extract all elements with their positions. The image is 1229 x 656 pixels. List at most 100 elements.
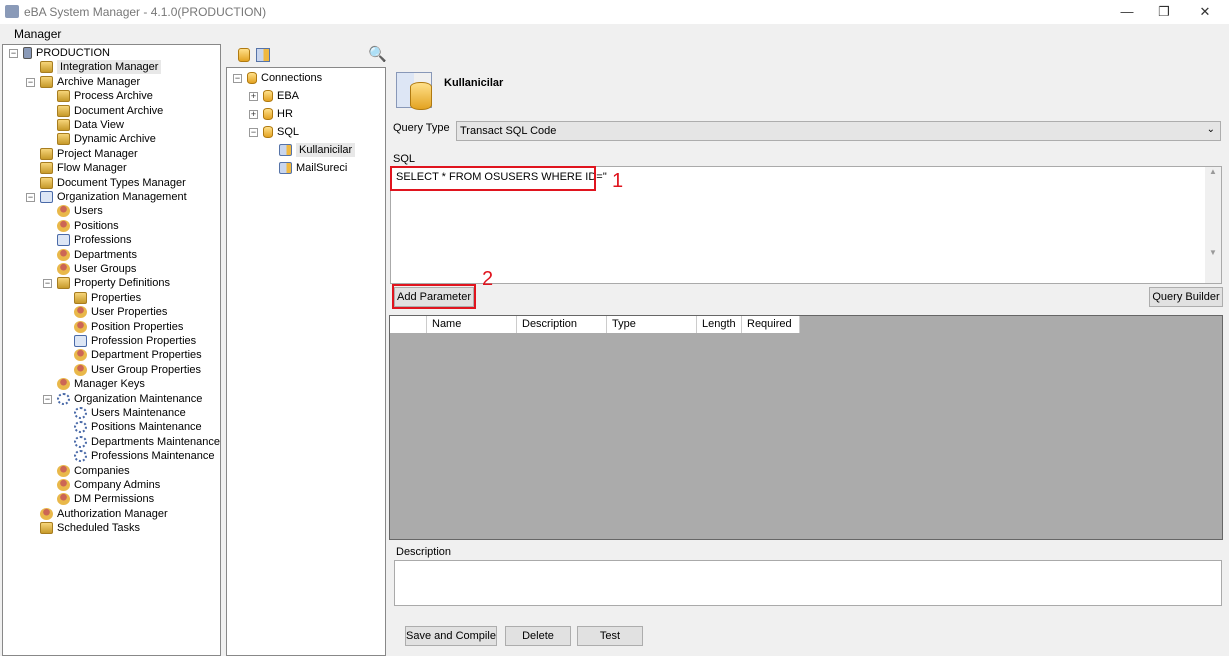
tree-item[interactable]: Departments (57, 248, 137, 262)
tree-item[interactable]: DM Permissions (57, 492, 154, 506)
tree-item-label: User Properties (91, 306, 168, 319)
tree-item[interactable]: Kullanicilar (279, 143, 356, 157)
tree-item[interactable]: Authorization Manager (40, 507, 168, 521)
tree-item-label: Position Properties (91, 320, 184, 333)
column-header-type[interactable]: Type (607, 316, 697, 333)
expand-icon[interactable]: + (249, 110, 258, 119)
tree-item-label: Users Maintenance (91, 407, 186, 419)
tree-item[interactable]: Data View (57, 118, 124, 132)
navigation-tree[interactable]: PRODUCTION − Integration Manager Archive Ma… (2, 44, 221, 656)
save-and-compile-button[interactable]: Save and Compile (405, 626, 497, 646)
tree-item-label: Positions Maintenance (91, 421, 202, 434)
query-type-select[interactable]: Transact SQL Code ⌄ (456, 121, 1221, 141)
tree-item[interactable]: Profession Properties (74, 334, 196, 348)
folder-icon (40, 147, 53, 160)
annotation-box-2 (392, 284, 476, 309)
folder-icon (74, 291, 87, 304)
tree-item[interactable]: Document Archive (57, 104, 163, 118)
tree-item[interactable]: Positions (57, 219, 119, 233)
tree-item[interactable]: Manager Keys (57, 377, 145, 391)
restore-button[interactable]: ❐ (1149, 2, 1179, 22)
tree-item[interactable]: Archive Manager (40, 75, 140, 89)
search-icon[interactable]: 🔍 (368, 45, 387, 63)
user-icon (57, 493, 70, 506)
user-icon (40, 507, 53, 520)
collapse-icon[interactable]: − (249, 128, 258, 137)
test-button[interactable]: Test (577, 626, 643, 646)
folder-icon (40, 61, 53, 74)
tree-item[interactable]: Dynamic Archive (57, 132, 156, 146)
query-type-label: Query Type (393, 122, 450, 134)
tree-item[interactable]: Users (57, 204, 103, 218)
tree-item[interactable]: Connections (247, 71, 322, 85)
column-header-required[interactable]: Required (742, 316, 800, 333)
tree-item-label: HR (277, 108, 293, 120)
column-header-name[interactable]: Name (427, 316, 517, 333)
collapse-icon[interactable]: − (26, 77, 35, 87)
parameters-grid[interactable]: Name Description Type Length Required (389, 315, 1223, 540)
tree-item[interactable]: SQL (263, 125, 299, 139)
tree-item[interactable]: Document Types Manager (40, 176, 186, 190)
collapse-icon[interactable]: − (9, 49, 18, 58)
query-builder-button[interactable]: Query Builder (1149, 287, 1223, 307)
delete-button[interactable]: Delete (505, 626, 571, 646)
tree-item[interactable]: Properties (74, 291, 141, 305)
tree-item[interactable]: Position Properties (74, 320, 183, 334)
collapse-icon[interactable]: − (233, 74, 242, 83)
tree-item[interactable]: Process Archive (57, 89, 153, 103)
column-header-description[interactable]: Description (517, 316, 607, 333)
sql-scrollbar[interactable]: ▲ ▼ (1205, 167, 1221, 283)
new-query-icon[interactable] (256, 48, 270, 62)
tree-item-label: Organization Management (57, 191, 187, 203)
tree-item[interactable]: Company Admins (57, 478, 160, 492)
tree-item[interactable]: Organization Management (40, 190, 187, 204)
tree-item-label: Company Admins (74, 479, 161, 491)
collapse-icon[interactable]: − (26, 193, 35, 202)
tree-item[interactable]: MailSureci (279, 161, 347, 175)
db-icon (263, 90, 273, 102)
tree-item-label: Property Definitions (74, 277, 170, 290)
tree-item[interactable]: Department Properties (74, 348, 202, 362)
tree-item-label: Positions (74, 219, 119, 232)
tree-item[interactable]: EBA (263, 89, 299, 103)
tree-item[interactable]: Organization Maintenance (57, 392, 202, 406)
menu-manager[interactable]: Manager (14, 27, 61, 41)
description-input[interactable] (394, 560, 1222, 606)
tree-item[interactable]: Flow Manager (40, 161, 127, 175)
gear-icon (74, 407, 87, 419)
tree-item-label: User Groups (74, 263, 137, 275)
tree-item[interactable]: PRODUCTION (23, 46, 110, 60)
tree-item[interactable]: Project Manager (40, 147, 138, 161)
tree-item-label: Professions Maintenance (91, 450, 215, 463)
tree-item[interactable]: Companies (57, 464, 130, 478)
collapse-icon[interactable]: − (43, 394, 52, 404)
tree-item[interactable]: Professions Maintenance (74, 449, 215, 463)
tree-item-label: Scheduled Tasks (57, 522, 140, 535)
close-button[interactable]: ✕ (1190, 2, 1220, 22)
expand-icon[interactable]: + (249, 92, 258, 101)
collapse-icon[interactable]: − (43, 279, 52, 289)
tree-item[interactable]: Property Definitions (57, 276, 170, 290)
server-icon (23, 47, 32, 59)
minimize-button[interactable]: — (1112, 2, 1142, 22)
card-icon (40, 191, 53, 203)
row-header-column (390, 316, 427, 333)
sql-label: SQL (393, 153, 416, 165)
user-icon (74, 320, 87, 333)
tree-item-label: Manager Keys (74, 378, 145, 391)
column-header-length[interactable]: Length (697, 316, 742, 333)
tree-item[interactable]: User Group Properties (74, 363, 201, 377)
tree-item[interactable]: Users Maintenance (74, 406, 186, 420)
tree-item[interactable]: User Properties (74, 305, 167, 319)
tree-item[interactable]: Departments Maintenance (74, 435, 220, 449)
tree-item[interactable]: Positions Maintenance (74, 420, 202, 434)
new-connection-icon[interactable] (238, 48, 250, 62)
tree-item[interactable]: HR (263, 107, 293, 121)
tree-item[interactable]: Integration Manager (40, 60, 162, 75)
tree-item[interactable]: User Groups (57, 262, 136, 276)
tree-item-label: Project Manager (57, 147, 138, 160)
connections-tree[interactable]: Connections − EBA + HR + SQL − Kullanicilar MailS… (226, 67, 386, 656)
user-icon (57, 219, 70, 232)
tree-item[interactable]: Professions (57, 233, 131, 247)
tree-item[interactable]: Scheduled Tasks (40, 521, 140, 535)
